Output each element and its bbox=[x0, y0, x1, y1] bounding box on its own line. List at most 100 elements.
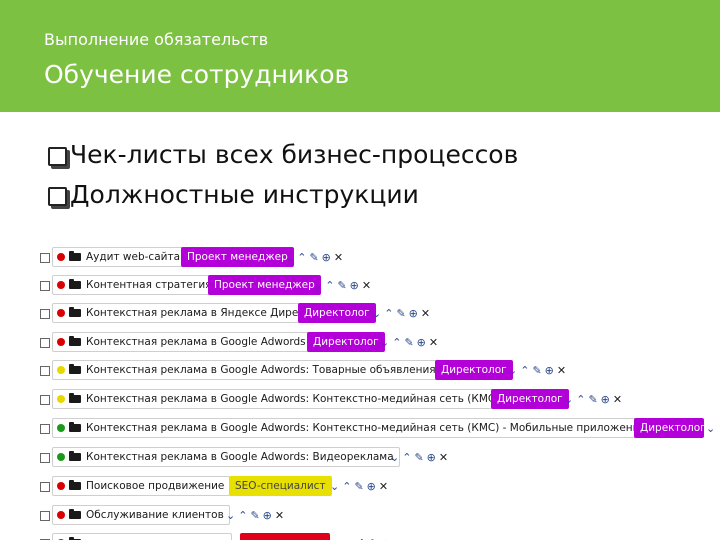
chevron-down-icon[interactable]: ⌄ bbox=[313, 279, 322, 292]
task-name: Поисковое продвижение bbox=[86, 480, 225, 492]
chevron-up-icon[interactable]: ⌃ bbox=[342, 480, 351, 493]
checkbox[interactable] bbox=[40, 281, 50, 291]
add-icon[interactable]: ⊕ bbox=[601, 393, 610, 406]
chevron-down-icon[interactable]: ⌄ bbox=[706, 422, 715, 435]
task-name: Контекстная реклама в Google Adwords bbox=[86, 336, 306, 348]
role-tag[interactable]: Проект менеджер bbox=[181, 247, 294, 267]
chevron-up-icon[interactable]: ⌃ bbox=[384, 307, 393, 320]
row-actions: ⌄ ⌃ ✎ ⊕ ✕ bbox=[508, 360, 566, 380]
chevron-up-icon[interactable]: ⌃ bbox=[520, 364, 529, 377]
slide-subtitle: Выполнение обязательств bbox=[44, 30, 269, 49]
edit-icon[interactable]: ✎ bbox=[588, 393, 597, 406]
chevron-up-icon[interactable]: ⌃ bbox=[576, 393, 585, 406]
slide-title: Обучение сотрудников bbox=[44, 60, 350, 89]
folder-icon bbox=[69, 509, 81, 519]
add-icon[interactable]: ⊕ bbox=[545, 364, 554, 377]
chevron-up-icon[interactable]: ⌃ bbox=[297, 251, 306, 264]
folder-icon bbox=[69, 336, 81, 346]
task-pill[interactable]: Контентная стратегия bbox=[52, 275, 218, 295]
add-icon[interactable]: ⊕ bbox=[263, 509, 272, 522]
edit-icon[interactable]: ✎ bbox=[369, 537, 378, 540]
role-tag[interactable]: SEO-специалист bbox=[229, 476, 332, 496]
checkbox[interactable] bbox=[40, 511, 50, 521]
task-pill[interactable]: Контекстная реклама в Google Adwords: То… bbox=[52, 360, 442, 380]
task-pill[interactable]: Аудит web-сайта bbox=[52, 247, 187, 267]
edit-icon[interactable]: ✎ bbox=[396, 307, 405, 320]
task-pill[interactable]: Обслуживание клиентов bbox=[52, 505, 230, 525]
edit-icon[interactable]: ✎ bbox=[532, 364, 541, 377]
task-list-screenshot: Аудит web-сайта Проект менеджер ⌄ ⌃ ✎ ⊕ ✕ Ко… bbox=[0, 238, 720, 540]
edit-icon[interactable]: ✎ bbox=[250, 509, 259, 522]
task-pill[interactable]: Контекстная реклама в Google Adwords: Ко… bbox=[52, 389, 506, 409]
add-icon[interactable]: ⊕ bbox=[417, 336, 426, 349]
task-name: Контекстная реклама в Google Adwords: Ви… bbox=[86, 451, 394, 463]
role-tag[interactable] bbox=[240, 533, 330, 540]
close-icon[interactable]: ✕ bbox=[362, 279, 371, 292]
close-icon[interactable]: ✕ bbox=[379, 480, 388, 493]
bullet-item: Должностные инструкции bbox=[44, 174, 518, 214]
chevron-down-icon[interactable]: ⌄ bbox=[508, 364, 517, 377]
status-dot-icon bbox=[57, 424, 65, 432]
close-icon[interactable]: ✕ bbox=[613, 393, 622, 406]
task-pill[interactable]: Контекстная реклама в Яндексе Директ bbox=[52, 303, 317, 323]
bullet-text: Должностные инструкции bbox=[70, 179, 419, 209]
chevron-down-icon[interactable]: ⌄ bbox=[564, 393, 573, 406]
chevron-up-icon[interactable]: ⌃ bbox=[238, 509, 247, 522]
chevron-down-icon[interactable]: ⌄ bbox=[285, 251, 294, 264]
checkbox[interactable] bbox=[40, 453, 50, 463]
add-icon[interactable]: ⊕ bbox=[409, 307, 418, 320]
chevron-up-icon[interactable]: ⌃ bbox=[402, 451, 411, 464]
role-tag[interactable]: Директолог bbox=[307, 332, 385, 352]
close-icon[interactable]: ✕ bbox=[429, 336, 438, 349]
chevron-down-icon[interactable]: ⌄ bbox=[345, 537, 354, 540]
status-dot-icon bbox=[57, 395, 65, 403]
close-icon[interactable]: ✕ bbox=[334, 251, 343, 264]
task-name: Контекстная реклама в Google Adwords: Ко… bbox=[86, 393, 500, 405]
status-dot-icon bbox=[57, 482, 65, 490]
edit-icon[interactable]: ✎ bbox=[337, 279, 346, 292]
chevron-up-icon[interactable]: ⌃ bbox=[392, 336, 401, 349]
role-tag[interactable]: Проект менеджер bbox=[208, 275, 321, 295]
close-icon[interactable]: ✕ bbox=[557, 364, 566, 377]
add-icon[interactable]: ⊕ bbox=[367, 480, 376, 493]
folder-icon bbox=[69, 451, 81, 461]
chevron-down-icon[interactable]: ⌄ bbox=[380, 336, 389, 349]
chevron-up-icon[interactable]: ⌃ bbox=[325, 279, 334, 292]
chevron-down-icon[interactable]: ⌄ bbox=[372, 307, 381, 320]
edit-icon[interactable]: ✎ bbox=[414, 451, 423, 464]
checkbox[interactable] bbox=[40, 338, 50, 348]
checkbox[interactable] bbox=[40, 366, 50, 376]
close-icon[interactable]: ✕ bbox=[421, 307, 430, 320]
checkbox-bullet-icon bbox=[44, 143, 67, 166]
task-pill[interactable]: Поисковое продвижение bbox=[52, 476, 231, 496]
role-tag[interactable]: Директолог bbox=[435, 360, 513, 380]
edit-icon[interactable]: ✎ bbox=[354, 480, 363, 493]
task-pill[interactable]: Контекстная реклама в Google Adwords: Ко… bbox=[52, 418, 652, 438]
add-icon[interactable]: ⊕ bbox=[427, 451, 436, 464]
close-icon[interactable]: ✕ bbox=[439, 451, 448, 464]
status-dot-icon bbox=[57, 253, 65, 261]
chevron-down-icon[interactable]: ⌄ bbox=[330, 480, 339, 493]
checkbox-bullet-icon bbox=[44, 183, 67, 206]
role-tag[interactable]: Директолог bbox=[298, 303, 376, 323]
edit-icon[interactable]: ✎ bbox=[309, 251, 318, 264]
chevron-down-icon[interactable]: ⌄ bbox=[226, 509, 235, 522]
task-pill[interactable]: Контекстная реклама в Google Adwords: Ви… bbox=[52, 447, 400, 467]
task-pill[interactable] bbox=[52, 533, 232, 540]
add-icon[interactable]: ⊕ bbox=[382, 537, 391, 540]
checkbox[interactable] bbox=[40, 424, 50, 434]
chevron-up-icon[interactable]: ⌃ bbox=[357, 537, 366, 540]
add-icon[interactable]: ⊕ bbox=[322, 251, 331, 264]
role-tag[interactable]: Директолог bbox=[634, 418, 704, 438]
checkbox[interactable] bbox=[40, 395, 50, 405]
edit-icon[interactable]: ✎ bbox=[404, 336, 413, 349]
role-tag[interactable]: Директолог bbox=[491, 389, 569, 409]
task-pill[interactable]: Контекстная реклама в Google Adwords bbox=[52, 332, 312, 352]
checkbox[interactable] bbox=[40, 253, 50, 263]
checkbox[interactable] bbox=[40, 482, 50, 492]
chevron-down-icon[interactable]: ⌄ bbox=[390, 451, 399, 464]
task-name: Контентная стратегия bbox=[86, 279, 212, 291]
add-icon[interactable]: ⊕ bbox=[350, 279, 359, 292]
close-icon[interactable]: ✕ bbox=[275, 509, 284, 522]
checkbox[interactable] bbox=[40, 309, 50, 319]
